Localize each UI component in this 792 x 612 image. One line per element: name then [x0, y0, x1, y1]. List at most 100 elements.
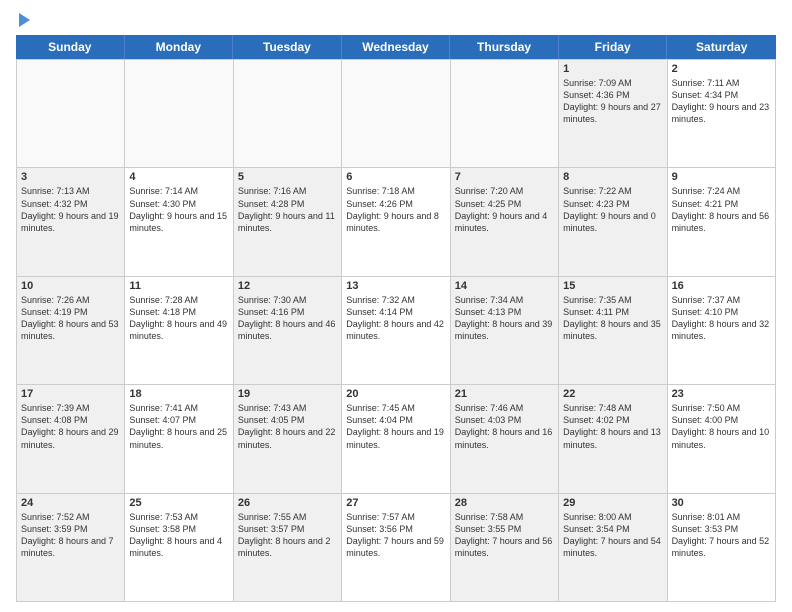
cell-info: Sunrise: 7:39 AM Sunset: 4:08 PM Dayligh… [21, 402, 120, 451]
day-number: 17 [21, 388, 120, 400]
cell-info: Sunrise: 7:34 AM Sunset: 4:13 PM Dayligh… [455, 294, 554, 343]
logo-text [16, 12, 30, 27]
day-number: 29 [563, 497, 662, 509]
cal-cell-14: 14 Sunrise: 7:34 AM Sunset: 4:13 PM Dayli… [451, 277, 559, 385]
day-number: 30 [672, 497, 771, 509]
header [16, 12, 776, 27]
cell-info: Sunrise: 7:52 AM Sunset: 3:59 PM Dayligh… [21, 511, 120, 560]
cell-info: Sunrise: 7:45 AM Sunset: 4:04 PM Dayligh… [346, 402, 445, 451]
cell-info: Sunrise: 7:58 AM Sunset: 3:55 PM Dayligh… [455, 511, 554, 560]
day-number: 5 [238, 171, 337, 183]
day-header-saturday: Saturday [667, 35, 776, 59]
cal-cell-26: 26Sunrise: 7:55 AM Sunset: 3:57 PM Dayli… [234, 494, 342, 602]
cal-cell-empty-1 [125, 60, 233, 168]
cal-cell-7: 7 Sunrise: 7:20 AM Sunset: 4:25 PM Daylig… [451, 168, 559, 276]
cell-info: Sunrise: 7:57 AM Sunset: 3:56 PM Dayligh… [346, 511, 445, 560]
day-number: 26 [238, 497, 337, 509]
cell-info: Sunrise: 7:53 AM Sunset: 3:58 PM Dayligh… [129, 511, 228, 560]
cell-info: Sunrise: 7:26 AM Sunset: 4:19 PM Dayligh… [21, 294, 120, 343]
cal-cell-29: 29 Sunrise: 8:00 AM Sunset: 3:54 PM Dayli… [559, 494, 667, 602]
day-number: 24 [21, 497, 120, 509]
cell-info: Sunrise: 7:24 AM Sunset: 4:21 PM Dayligh… [672, 185, 771, 234]
week-row-5: 24 Sunrise: 7:52 AM Sunset: 3:59 PM Dayli… [17, 494, 776, 602]
cal-cell-20: 20 Sunrise: 7:45 AM Sunset: 4:04 PM Dayli… [342, 385, 450, 493]
day-number: 1 [563, 63, 662, 75]
day-number: 21 [455, 388, 554, 400]
day-number: 23 [672, 388, 771, 400]
cal-cell-10: 10 Sunrise: 7:26 AM Sunset: 4:19 PM Dayli… [17, 277, 125, 385]
day-number: 22 [563, 388, 662, 400]
day-number: 18 [129, 388, 228, 400]
week-row-1: 1 Sunrise: 7:09 AM Sunset: 4:36 PM Daylig… [17, 60, 776, 168]
cal-cell-5: 5 Sunrise: 7:16 AM Sunset: 4:28 PM Daylig… [234, 168, 342, 276]
day-header-monday: Monday [125, 35, 234, 59]
cell-info: Sunrise: 8:01 AM Sunset: 3:53 PM Dayligh… [672, 511, 771, 560]
day-number: 2 [672, 63, 771, 75]
cell-info: Sunrise: 7:50 AM Sunset: 4:00 PM Dayligh… [672, 402, 771, 451]
cal-cell-12: 12 Sunrise: 7:30 AM Sunset: 4:16 PM Dayli… [234, 277, 342, 385]
day-header-tuesday: Tuesday [233, 35, 342, 59]
day-number: 8 [563, 171, 662, 183]
cell-info: Sunrise: 7:32 AM Sunset: 4:14 PM Dayligh… [346, 294, 445, 343]
day-number: 14 [455, 280, 554, 292]
day-number: 27 [346, 497, 445, 509]
cal-cell-19: 19Sunrise: 7:43 AM Sunset: 4:05 PM Dayli… [234, 385, 342, 493]
day-number: 16 [672, 280, 771, 292]
day-number: 7 [455, 171, 554, 183]
week-row-4: 17 Sunrise: 7:39 AM Sunset: 4:08 PM Dayli… [17, 385, 776, 493]
day-number: 6 [346, 171, 445, 183]
cal-cell-24: 24 Sunrise: 7:52 AM Sunset: 3:59 PM Dayli… [17, 494, 125, 602]
cell-info: Sunrise: 7:37 AM Sunset: 4:10 PM Dayligh… [672, 294, 771, 343]
calendar: SundayMondayTuesdayWednesdayThursdayFrid… [16, 35, 776, 602]
cell-info: Sunrise: 7:46 AM Sunset: 4:03 PM Dayligh… [455, 402, 554, 451]
cal-cell-15: 15Sunrise: 7:35 AM Sunset: 4:11 PM Dayli… [559, 277, 667, 385]
day-header-thursday: Thursday [450, 35, 559, 59]
cal-cell-empty-0 [17, 60, 125, 168]
cell-info: Sunrise: 7:09 AM Sunset: 4:36 PM Dayligh… [563, 77, 662, 126]
page: SundayMondayTuesdayWednesdayThursdayFrid… [0, 0, 792, 612]
day-number: 4 [129, 171, 228, 183]
cal-cell-18: 18Sunrise: 7:41 AM Sunset: 4:07 PM Dayli… [125, 385, 233, 493]
logo [16, 12, 30, 27]
cal-cell-30: 30 Sunrise: 8:01 AM Sunset: 3:53 PM Dayli… [668, 494, 776, 602]
day-number: 9 [672, 171, 771, 183]
cal-cell-2: 2Sunrise: 7:11 AM Sunset: 4:34 PM Daylig… [668, 60, 776, 168]
day-number: 20 [346, 388, 445, 400]
cal-cell-27: 27 Sunrise: 7:57 AM Sunset: 3:56 PM Dayli… [342, 494, 450, 602]
cal-cell-11: 11 Sunrise: 7:28 AM Sunset: 4:18 PM Dayli… [125, 277, 233, 385]
cal-cell-17: 17 Sunrise: 7:39 AM Sunset: 4:08 PM Dayli… [17, 385, 125, 493]
day-header-wednesday: Wednesday [342, 35, 451, 59]
cal-cell-28: 28 Sunrise: 7:58 AM Sunset: 3:55 PM Dayli… [451, 494, 559, 602]
day-header-friday: Friday [559, 35, 668, 59]
day-number: 3 [21, 171, 120, 183]
cal-cell-6: 6 Sunrise: 7:18 AM Sunset: 4:26 PM Daylig… [342, 168, 450, 276]
cell-info: Sunrise: 7:28 AM Sunset: 4:18 PM Dayligh… [129, 294, 228, 343]
calendar-body: 1 Sunrise: 7:09 AM Sunset: 4:36 PM Daylig… [16, 59, 776, 602]
cell-info: Sunrise: 7:20 AM Sunset: 4:25 PM Dayligh… [455, 185, 554, 234]
cell-info: Sunrise: 7:22 AM Sunset: 4:23 PM Dayligh… [563, 185, 662, 234]
cell-info: Sunrise: 7:18 AM Sunset: 4:26 PM Dayligh… [346, 185, 445, 234]
day-number: 10 [21, 280, 120, 292]
cell-info: Sunrise: 7:16 AM Sunset: 4:28 PM Dayligh… [238, 185, 337, 234]
day-number: 25 [129, 497, 228, 509]
cal-cell-empty-2 [234, 60, 342, 168]
day-number: 28 [455, 497, 554, 509]
day-number: 11 [129, 280, 228, 292]
cal-cell-22: 22Sunrise: 7:48 AM Sunset: 4:02 PM Dayli… [559, 385, 667, 493]
cal-cell-21: 21 Sunrise: 7:46 AM Sunset: 4:03 PM Dayli… [451, 385, 559, 493]
cal-cell-9: 9 Sunrise: 7:24 AM Sunset: 4:21 PM Daylig… [668, 168, 776, 276]
cal-cell-empty-4 [451, 60, 559, 168]
cell-info: Sunrise: 7:30 AM Sunset: 4:16 PM Dayligh… [238, 294, 337, 343]
calendar-header: SundayMondayTuesdayWednesdayThursdayFrid… [16, 35, 776, 59]
week-row-2: 3 Sunrise: 7:13 AM Sunset: 4:32 PM Daylig… [17, 168, 776, 276]
cell-info: Sunrise: 7:14 AM Sunset: 4:30 PM Dayligh… [129, 185, 228, 234]
cell-info: Sunrise: 8:00 AM Sunset: 3:54 PM Dayligh… [563, 511, 662, 560]
day-number: 13 [346, 280, 445, 292]
day-number: 15 [563, 280, 662, 292]
day-number: 12 [238, 280, 337, 292]
cell-info: Sunrise: 7:13 AM Sunset: 4:32 PM Dayligh… [21, 185, 120, 234]
cal-cell-13: 13 Sunrise: 7:32 AM Sunset: 4:14 PM Dayli… [342, 277, 450, 385]
day-header-sunday: Sunday [16, 35, 125, 59]
day-number: 19 [238, 388, 337, 400]
week-row-3: 10 Sunrise: 7:26 AM Sunset: 4:19 PM Dayli… [17, 277, 776, 385]
